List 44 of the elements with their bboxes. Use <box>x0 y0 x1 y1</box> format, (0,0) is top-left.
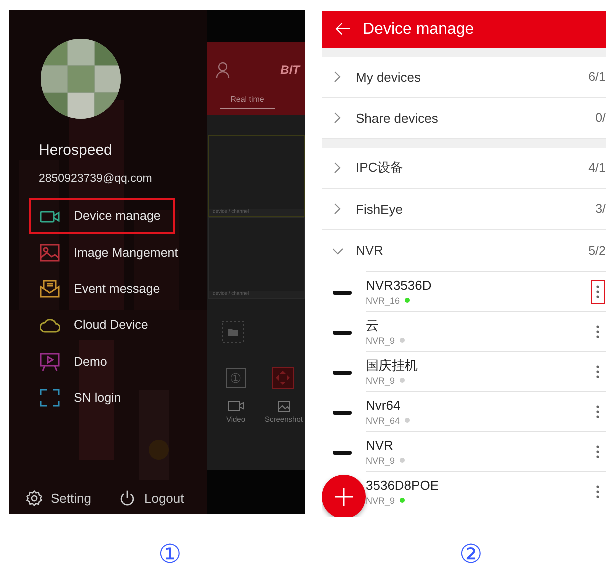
chevron-right-icon <box>333 203 343 215</box>
more-button[interactable] <box>591 280 605 304</box>
more-dots-icon <box>596 444 600 458</box>
device-name[interactable]: 云 <box>366 318 591 332</box>
chevron-right-icon <box>333 71 343 83</box>
recorder-icon <box>333 411 352 415</box>
step-number: ① <box>158 539 182 565</box>
group-row[interactable]: NVR 5/2 <box>322 230 606 271</box>
recorder-icon <box>333 331 352 335</box>
device-model: NVR_16 <box>366 296 400 306</box>
device-model: NVR_9 <box>366 456 396 466</box>
device-name[interactable]: NVR3536D <box>366 278 591 292</box>
recorder-icon <box>333 371 352 375</box>
recorder-icon <box>333 451 352 455</box>
device-model: NVR_64 <box>366 416 400 426</box>
device-name[interactable]: 3536D8POE <box>366 478 591 492</box>
group-count: 0/ <box>596 111 606 125</box>
add-button[interactable] <box>322 475 366 517</box>
group-row[interactable]: My devices 6/1 <box>322 57 606 98</box>
back-button[interactable] <box>333 22 353 38</box>
more-dots-icon <box>596 404 600 418</box>
device-model: NVR_9 <box>366 336 396 346</box>
group-count: 4/1 <box>588 161 606 175</box>
device-name[interactable]: NVR <box>366 438 591 452</box>
back-arrow-icon <box>335 22 351 36</box>
plus-icon <box>335 488 353 506</box>
device-model: NVR_9 <box>366 496 396 506</box>
more-dots-icon <box>596 364 600 378</box>
chevron-right-icon <box>333 162 343 174</box>
step-number: ② <box>458 539 484 565</box>
group-row[interactable]: FishEye 3/ <box>322 189 606 230</box>
more-dots-icon <box>596 324 600 338</box>
group-count: 6/1 <box>588 70 606 84</box>
group-count: 5/2 <box>588 244 606 258</box>
recorder-icon <box>333 291 352 295</box>
more-dots-icon <box>596 484 600 498</box>
device-model: NVR_9 <box>366 376 396 386</box>
device-name[interactable]: Nvr64 <box>366 398 591 412</box>
screen-title: Device manage <box>363 20 474 38</box>
group-row[interactable]: IPC设备 4/1 <box>322 148 606 189</box>
more-dots-icon <box>596 284 600 298</box>
group-count: 3/ <box>596 202 606 216</box>
chevron-right-icon <box>333 112 343 124</box>
device-name[interactable]: 国庆挂机 <box>366 358 591 372</box>
